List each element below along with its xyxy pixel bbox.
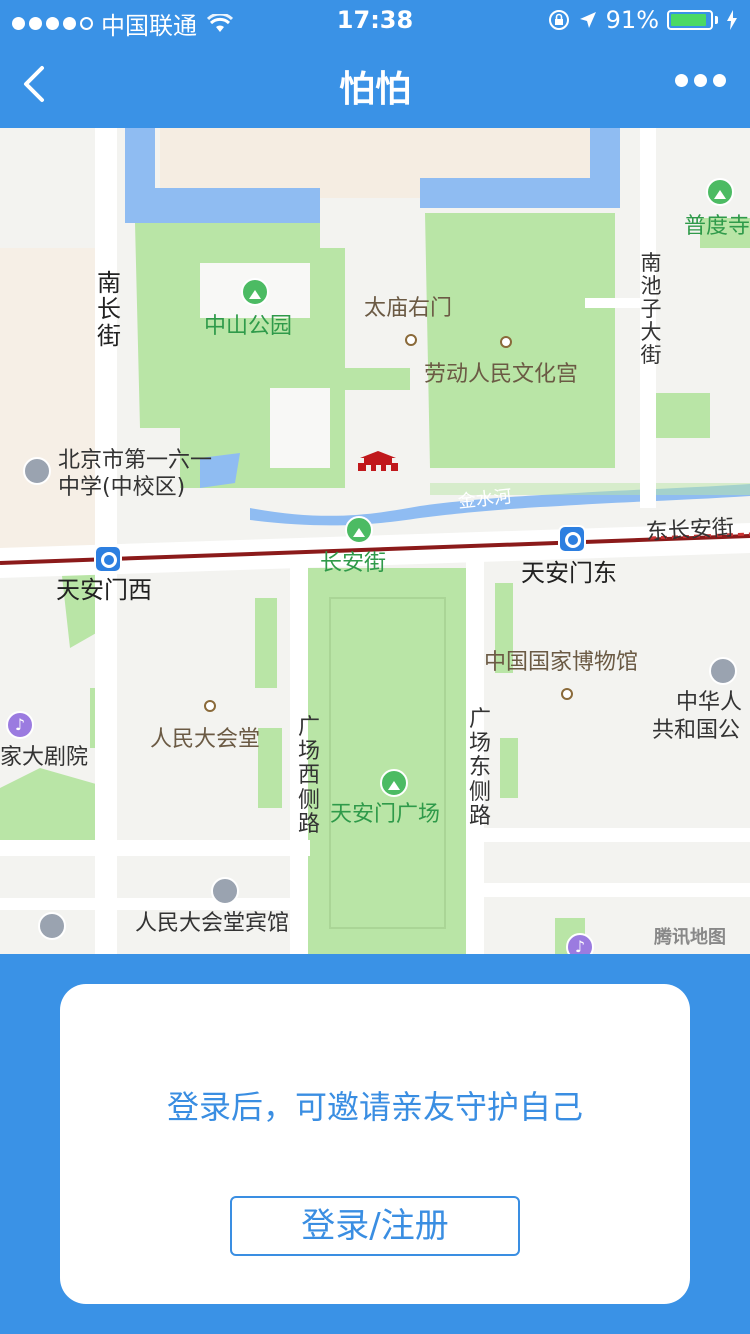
login-prompt-card: 登录后，可邀请亲友守护自己 登录/注册 <box>60 984 690 1304</box>
poi-dot-icon <box>561 688 573 700</box>
page-title: 怕怕 <box>338 69 411 110</box>
label-nanchangjie: 南长街 <box>97 269 121 350</box>
label-square-west: 广场西侧路 <box>297 715 320 837</box>
rotation-lock-icon <box>548 10 569 30</box>
label-tiananmen-west[interactable]: 天安门西 <box>56 576 152 605</box>
music-venue-icon[interactable]: ♪ <box>6 711 34 739</box>
label-laodong-palace[interactable]: 劳动人民文化宫 <box>424 362 578 387</box>
park-icon[interactable] <box>345 516 373 544</box>
label-prc-line1[interactable]: 中华人 <box>676 690 742 715</box>
label-school-line1[interactable]: 北京市第一六一 <box>58 448 212 473</box>
status-bar: 中国联通 17:38 91% <box>0 0 750 40</box>
government-icon[interactable] <box>709 657 737 685</box>
label-taimiao-gate[interactable]: 太庙右门 <box>364 296 452 321</box>
school-icon[interactable] <box>23 457 51 485</box>
nav-bar: 怕怕 <box>0 40 750 128</box>
label-pudu-temple[interactable]: 普度寺 <box>684 214 750 239</box>
poi-dot-icon <box>500 336 512 348</box>
music-venue-icon[interactable]: ♪ <box>566 933 594 954</box>
label-great-hall-hotel[interactable]: 人民大会堂宾馆 <box>135 911 289 936</box>
label-prc-line2[interactable]: 共和国公 <box>652 718 740 743</box>
login-register-button[interactable]: 登录/注册 <box>230 1196 520 1256</box>
label-school-line2[interactable]: 中学(中校区) <box>58 475 185 500</box>
subway-icon[interactable] <box>558 525 586 553</box>
label-nanchizi: 南池子大街 <box>640 251 662 368</box>
label-great-hall[interactable]: 人民大会堂 <box>150 727 260 752</box>
battery-percent: 91% <box>605 6 659 34</box>
park-icon[interactable] <box>706 178 734 206</box>
poi-dot-icon <box>405 334 417 346</box>
label-zhongshan-park[interactable]: 中山公园 <box>204 314 292 339</box>
label-theatre[interactable]: 家大剧院 <box>0 745 88 770</box>
battery-icon <box>667 10 718 30</box>
location-arrow-icon <box>579 12 596 28</box>
park-icon[interactable] <box>380 769 408 797</box>
label-changanjie[interactable]: 长安街 <box>320 551 386 576</box>
poi-dot-icon <box>204 700 216 712</box>
status-right: 91% <box>548 6 738 34</box>
label-square-east: 广场东侧路 <box>468 707 491 829</box>
home-icon[interactable] <box>38 912 66 940</box>
label-tiananmen-square[interactable]: 天安门广场 <box>330 802 440 827</box>
login-prompt-message: 登录后，可邀请亲友守护自己 <box>166 1088 583 1126</box>
map-view[interactable]: 南长街 中山公园 太庙右门 劳动人民文化宫 普度寺 南池子大街 北京市第一六一 … <box>0 128 750 954</box>
map-watermark: 腾讯地图 <box>654 927 726 948</box>
charging-bolt-icon <box>727 10 737 30</box>
more-options-icon[interactable] <box>675 74 726 87</box>
label-national-museum[interactable]: 中国国家博物馆 <box>484 650 638 675</box>
tiananmen-gate-icon[interactable] <box>356 450 400 472</box>
label-east-changan: 东长安街 <box>645 515 735 546</box>
park-icon[interactable] <box>241 278 269 306</box>
label-tiananmen-east[interactable]: 天安门东 <box>521 559 617 588</box>
hotel-icon[interactable] <box>211 877 239 905</box>
subway-icon[interactable] <box>94 545 122 573</box>
